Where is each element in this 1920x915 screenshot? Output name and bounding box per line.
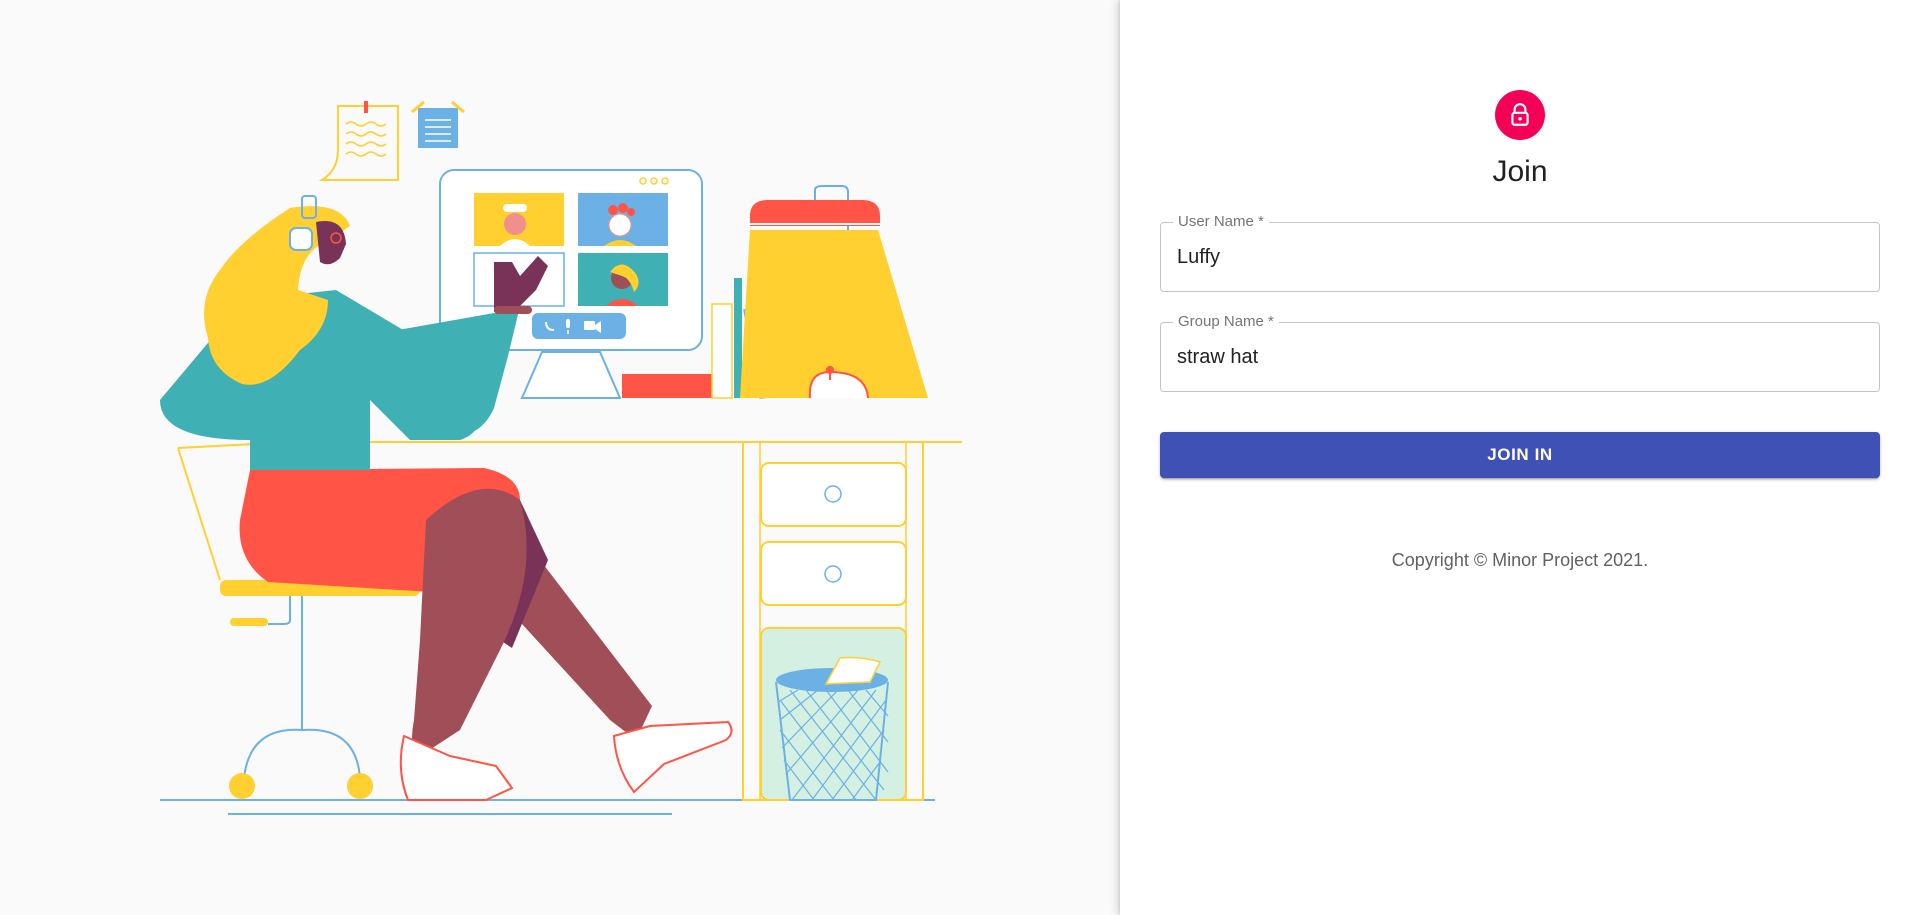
lock-avatar bbox=[1495, 90, 1545, 140]
join-in-button[interactable]: JOIN IN bbox=[1160, 432, 1880, 478]
group-name-field[interactable]: Group Name * bbox=[1160, 314, 1880, 392]
join-page: Join User Name * Group Name * JOIN IN Co… bbox=[0, 0, 1920, 915]
video-call-illustration bbox=[160, 100, 962, 815]
page-title: Join bbox=[1492, 155, 1548, 188]
lock-icon bbox=[1511, 103, 1529, 126]
book bbox=[711, 303, 733, 399]
book bbox=[734, 278, 742, 398]
join-form: Join User Name * Group Name * JOIN IN Co… bbox=[1160, 90, 1880, 571]
user-name-field[interactable]: User Name * bbox=[1160, 214, 1880, 292]
user-name-input[interactable] bbox=[1161, 223, 1879, 291]
group-name-input[interactable] bbox=[1161, 323, 1879, 391]
red-box bbox=[622, 374, 712, 398]
lamp-icon bbox=[740, 185, 928, 399]
join-form-panel: Join User Name * Group Name * JOIN IN Co… bbox=[1120, 0, 1920, 915]
copyright-text: Copyright © Minor Project 2021. bbox=[1391, 550, 1649, 570]
memo-icon bbox=[411, 100, 465, 148]
hero-illustration bbox=[0, 0, 1120, 915]
note-icon bbox=[318, 101, 399, 181]
